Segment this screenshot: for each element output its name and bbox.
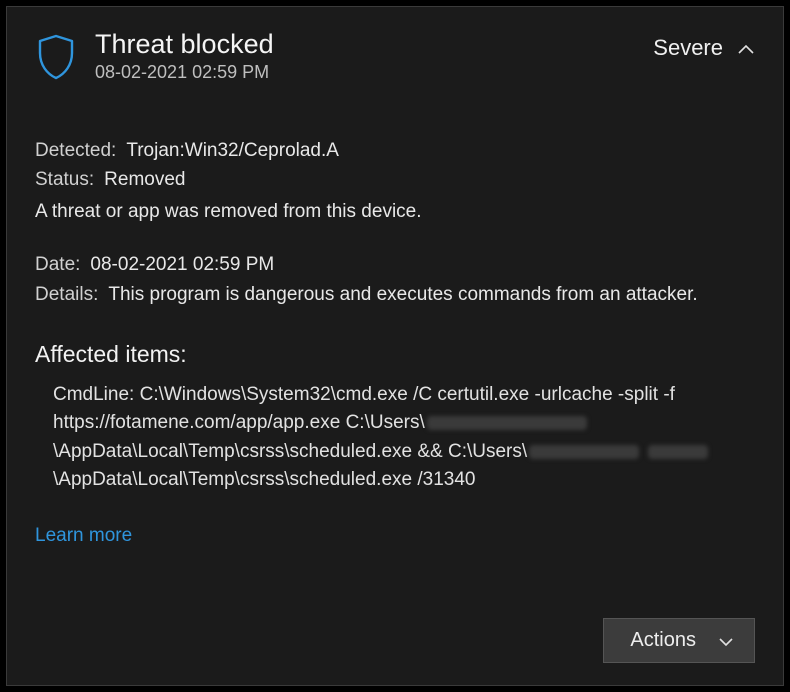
affected-heading: Affected items: [35, 337, 755, 373]
shield-icon [35, 33, 77, 86]
status-value: Removed [104, 165, 185, 194]
panel-footer: Actions [35, 618, 755, 663]
summary-text: A threat or app was removed from this de… [35, 197, 755, 226]
panel-body: Detected: Trojan:Win32/Ceprolad.A Status… [35, 136, 755, 550]
detected-value: Trojan:Win32/Ceprolad.A [126, 136, 339, 165]
learn-more-link[interactable]: Learn more [35, 521, 755, 550]
cmdline-part-2: \AppData\Local\Temp\csrss\scheduled.exe … [53, 441, 527, 462]
status-label: Status: [35, 165, 94, 194]
cmdline-part-3: \AppData\Local\Temp\csrss\scheduled.exe … [53, 469, 475, 490]
chevron-up-icon [737, 39, 755, 57]
panel-timestamp: 08-02-2021 02:59 PM [95, 62, 635, 83]
date-value: 08-02-2021 02:59 PM [90, 250, 274, 279]
chevron-down-icon [718, 633, 734, 649]
panel-title: Threat blocked [95, 29, 635, 60]
redacted-username-3 [648, 445, 708, 459]
date-label: Date: [35, 250, 80, 279]
redacted-username-2 [529, 445, 639, 459]
redacted-username-1 [427, 416, 587, 430]
details-label: Details: [35, 280, 98, 309]
detected-label: Detected: [35, 136, 116, 165]
affected-cmdline: CmdLine: C:\Windows\System32\cmd.exe /C … [53, 381, 755, 495]
severity-label: Severe [653, 35, 723, 61]
actions-label: Actions [630, 629, 696, 652]
actions-button[interactable]: Actions [603, 618, 755, 663]
details-value: This program is dangerous and executes c… [108, 280, 755, 309]
severity-toggle[interactable]: Severe [653, 35, 755, 61]
threat-panel: Threat blocked 08-02-2021 02:59 PM Sever… [6, 6, 784, 686]
panel-header: Threat blocked 08-02-2021 02:59 PM Sever… [35, 29, 755, 86]
